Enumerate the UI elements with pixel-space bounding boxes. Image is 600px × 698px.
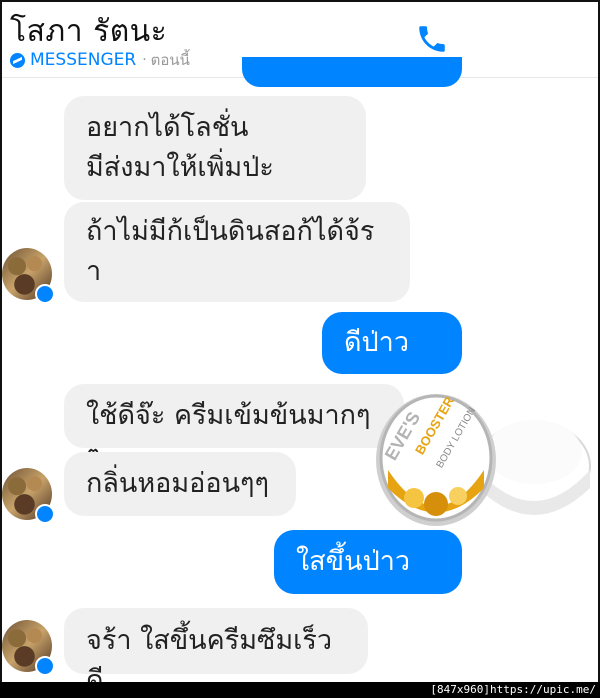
phone-icon[interactable] bbox=[415, 22, 449, 56]
watermark-bar: [847x960]https://upic.me/ bbox=[0, 682, 600, 698]
separator: · bbox=[142, 52, 147, 68]
message-bubble-incoming[interactable]: กลิ่นหอมอ่อนๆๆ bbox=[64, 452, 296, 516]
message-line: อยากได้โลชั่น bbox=[86, 112, 249, 143]
app-label: MESSENGER bbox=[30, 50, 137, 70]
message-list[interactable]: อยากได้โลชั่น มีส่งมาให้เพิ่มป่ะ ถ้าไม่ม… bbox=[2, 78, 598, 682]
messenger-badge-icon bbox=[35, 504, 55, 524]
message-bubble-outgoing[interactable]: ดีป่าวคะ bbox=[322, 312, 462, 398]
message-bubble-incoming[interactable]: ถ้าไม่มีก้เป็นดินสอก้ได้จ้ร า bbox=[64, 202, 410, 302]
message-line: ถ้าไม่มีก้เป็นดินสอก้ได้จ้ร bbox=[86, 216, 375, 247]
messenger-badge-icon bbox=[35, 284, 55, 304]
product-image: EVE'S BOOSTER BODY LOTION bbox=[376, 393, 591, 526]
avatar[interactable] bbox=[2, 248, 55, 304]
message-line: มีส่งมาให้เพิ่มป่ะ bbox=[86, 152, 274, 183]
watermark-text: [847x960]https://upic.me/ bbox=[430, 683, 596, 696]
message-bubble-incoming[interactable]: อยากได้โลชั่น มีส่งมาให้เพิ่มป่ะ bbox=[64, 96, 366, 200]
avatar[interactable] bbox=[2, 468, 55, 524]
header-subtitle: MESSENGER · ตอนนี้ bbox=[10, 48, 190, 72]
previous-message-bubble bbox=[242, 57, 462, 87]
messenger-badge-icon bbox=[35, 656, 55, 676]
avatar[interactable] bbox=[2, 620, 55, 676]
messenger-icon bbox=[10, 52, 25, 68]
message-line: กลิ่นหอมอ่อนๆๆ bbox=[86, 468, 270, 499]
message-line: จร้า ใสขึ้นครีมซึมเร็วดี bbox=[86, 625, 333, 684]
message-bubble-outgoing[interactable]: ใสขึ้นป่าวคะ bbox=[274, 530, 462, 617]
message-line: า bbox=[86, 256, 102, 287]
message-bubble-incoming[interactable]: ใช้ดีจ๊ะ ครีมเข้มข้นมากๆๆ bbox=[64, 384, 404, 471]
active-time: ตอนนี้ bbox=[150, 51, 190, 69]
message-bubble-incoming[interactable]: จร้า ใสขึ้นครีมซึมเร็วดี bbox=[64, 608, 368, 682]
chat-screenshot: โสภา รัตนะ MESSENGER · ตอนนี้ อยากได้โลช… bbox=[0, 0, 600, 684]
